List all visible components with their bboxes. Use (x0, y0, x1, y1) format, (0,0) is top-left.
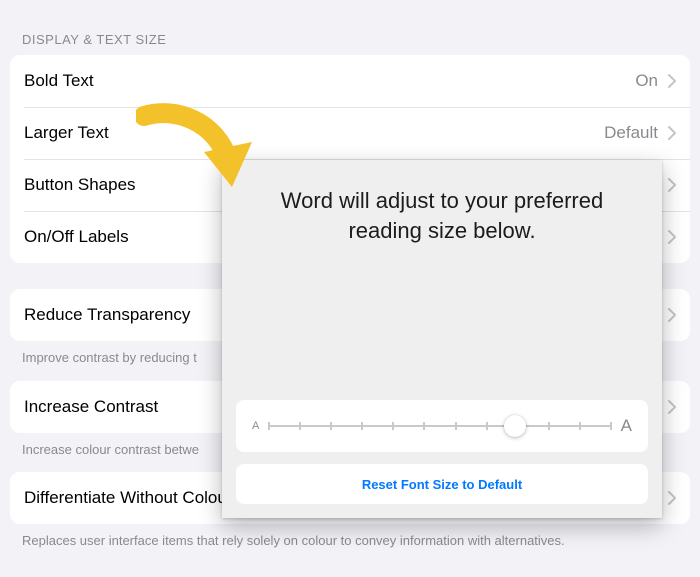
row-label: Larger Text (24, 123, 109, 143)
chevron-right-icon (668, 178, 676, 192)
font-size-slider-card: A A (236, 400, 648, 452)
row-label: Button Shapes (24, 175, 136, 195)
chevron-right-icon (668, 400, 676, 414)
row-bold-text[interactable]: Bold Text On (10, 55, 690, 107)
reset-font-size-button[interactable]: Reset Font Size to Default (236, 464, 648, 504)
row-value: On (635, 71, 658, 91)
row-label: Bold Text (24, 71, 94, 91)
large-a-icon: A (621, 416, 632, 436)
small-a-icon: A (252, 420, 259, 432)
chevron-right-icon (668, 491, 676, 505)
reset-font-size-label: Reset Font Size to Default (362, 477, 522, 492)
panel-message: Word will adjust to your preferred readi… (236, 178, 648, 245)
chevron-right-icon (668, 74, 676, 88)
slider-thumb[interactable] (504, 415, 526, 437)
row-value: Default (604, 123, 658, 143)
font-size-panel: Word will adjust to your preferred readi… (222, 160, 662, 518)
font-size-slider[interactable] (269, 414, 610, 438)
section-header: DISPLAY & TEXT SIZE (10, 0, 690, 55)
row-larger-text[interactable]: Larger Text Default (10, 107, 690, 159)
footer-differentiate-colour: Replaces user interface items that rely … (10, 524, 690, 550)
chevron-right-icon (668, 126, 676, 140)
chevron-right-icon (668, 230, 676, 244)
row-label: Reduce Transparency (24, 305, 190, 325)
row-label: On/Off Labels (24, 227, 129, 247)
chevron-right-icon (668, 308, 676, 322)
row-label: Differentiate Without Colour (24, 488, 233, 508)
row-label: Increase Contrast (24, 397, 158, 417)
